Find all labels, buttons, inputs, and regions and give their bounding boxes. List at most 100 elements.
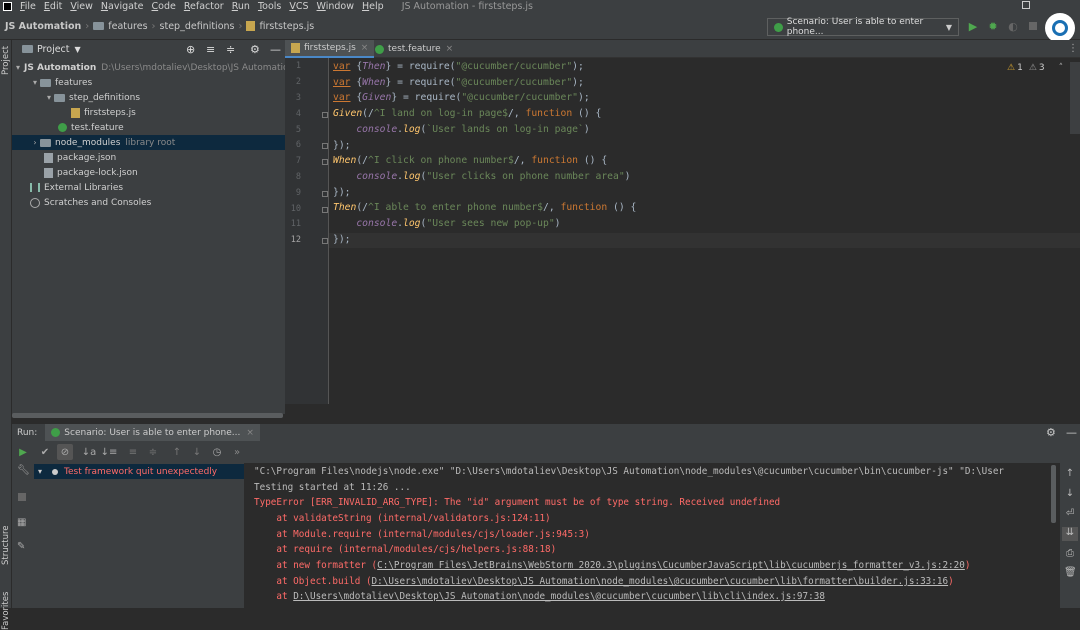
tree-item-project-root[interactable]: ▾ JS Automation D:\Users\mdotaliev\Deskt… [12, 60, 294, 75]
tab-test-feature[interactable]: test.feature × [369, 40, 459, 58]
sort-alpha-icon[interactable]: ↓a [81, 444, 97, 460]
menu-tools[interactable]: Tools [254, 1, 285, 12]
tree-item-scratches[interactable]: Scratches and Consoles [12, 195, 285, 210]
expand-all-icon[interactable]: ≡ [125, 444, 141, 460]
restore-window-icon[interactable] [1022, 1, 1030, 9]
console-output[interactable]: "C:\Program Files\nodejs\node.exe" "D:\U… [244, 463, 1054, 608]
hide-icon[interactable]: — [1066, 426, 1077, 439]
tab-options-icon[interactable]: ⋮ [1068, 43, 1078, 54]
rerun-icon[interactable]: ▶ [15, 444, 31, 460]
project-horizontal-scrollbar[interactable] [12, 413, 283, 418]
menu-vcs[interactable]: VCS [285, 1, 312, 12]
run-tab[interactable]: Scenario: User is able to enter phone...… [45, 423, 260, 442]
editor-vertical-scrollbar[interactable] [1070, 62, 1080, 134]
menu-file[interactable]: File [16, 1, 40, 12]
tree-item-step-definitions[interactable]: ▾ step_definitions [12, 90, 285, 105]
code-line[interactable]: console.log("User sees new pop-up") [333, 216, 560, 231]
screen-recorder-icon[interactable] [1045, 13, 1075, 43]
scroll-up-icon[interactable]: ↑ [1064, 468, 1076, 480]
locate-icon[interactable]: ⊕ [186, 43, 195, 56]
tab-firststeps-js[interactable]: firststeps.js × [285, 40, 375, 58]
more-icon[interactable]: » [229, 444, 245, 460]
coverage-icon[interactable]: ◐ [1006, 19, 1020, 33]
pin-icon[interactable]: ✎ [17, 541, 25, 552]
tree-item-node-modules[interactable]: › node_modules library root [12, 135, 285, 150]
code-editor[interactable]: var {Then} = require("@cucumber/cucumber… [329, 58, 1080, 404]
menu-window[interactable]: Window [313, 1, 358, 12]
stack-frame-link[interactable]: C:\Program Files\JetBrains\WebStorm 2020… [377, 560, 965, 571]
gear-icon[interactable]: ⚙ [250, 43, 260, 56]
project-view-select[interactable]: Project [37, 44, 70, 55]
expand-all-icon[interactable]: ≡ [206, 43, 215, 56]
hide-icon[interactable]: — [270, 43, 281, 56]
run-icon[interactable]: ▶ [966, 19, 980, 33]
console-vertical-scrollbar[interactable] [1051, 465, 1056, 523]
collapse-all-icon[interactable]: ≑ [145, 444, 161, 460]
next-icon[interactable]: ↓ [189, 444, 205, 460]
code-line[interactable]: }); [333, 232, 351, 247]
show-passed-icon[interactable]: ✔ [37, 444, 53, 460]
menu-help[interactable]: Help [358, 1, 388, 12]
tree-item-package-json[interactable]: package.json [12, 150, 285, 165]
stack-frame-link[interactable]: D:\Users\mdotaliev\Desktop\JS Automation… [293, 591, 825, 602]
code-line[interactable]: console.log("User clicks on phone number… [333, 169, 630, 184]
chevron-right-icon[interactable]: › [30, 138, 40, 147]
print-icon[interactable]: ⎙ [1064, 548, 1076, 560]
tree-item-firststeps-js[interactable]: firststeps.js [12, 105, 285, 120]
code-line[interactable]: When(/^I click on phone number$/, functi… [333, 153, 607, 168]
breadcrumb-file[interactable]: firststeps.js [259, 21, 314, 32]
soft-wrap-icon[interactable]: ⏎ [1064, 508, 1076, 520]
scroll-down-icon[interactable]: ↓ [1064, 488, 1076, 500]
code-line[interactable]: var {Given} = require("@cucumber/cucumbe… [333, 90, 590, 105]
run-configuration-select[interactable]: Scenario: User is able to enter phone...… [767, 17, 959, 37]
code-line[interactable]: var {Then} = require("@cucumber/cucumber… [333, 59, 584, 74]
chevron-down-icon[interactable]: ▾ [30, 78, 40, 87]
test-item-failed[interactable]: ▾ Test framework quit unexpectedly [34, 464, 244, 479]
fold-marker-icon[interactable] [322, 207, 328, 213]
code-line[interactable]: console.log(`User lands on log-in page`) [333, 122, 589, 137]
tree-item-test-feature[interactable]: test.feature [12, 120, 285, 135]
close-icon[interactable]: × [446, 44, 454, 54]
favorites-tool-button[interactable]: Favorites [1, 592, 11, 630]
code-line[interactable]: }); [333, 138, 351, 153]
inspection-widget[interactable]: ⚠ 1 ⚠ 3 ˄ [1007, 63, 1063, 73]
menu-refactor[interactable]: Refactor [180, 1, 228, 12]
tree-item-package-lock-json[interactable]: package-lock.json [12, 165, 285, 180]
structure-tool-button[interactable]: Structure [1, 525, 11, 565]
scroll-to-end-icon[interactable]: ⇊ [1062, 527, 1078, 541]
close-icon[interactable]: × [361, 43, 369, 53]
code-line[interactable]: Then(/^I able to enter phone number$/, f… [333, 200, 636, 215]
chevron-down-icon[interactable]: ▾ [16, 63, 20, 72]
project-tool-button[interactable]: Project [1, 46, 11, 75]
stop-icon[interactable] [18, 493, 26, 501]
menu-edit[interactable]: Edit [40, 1, 66, 12]
show-ignored-icon[interactable]: ⊘ [57, 444, 73, 460]
stop-icon[interactable] [1026, 19, 1040, 33]
breadcrumb-project[interactable]: JS Automation [5, 21, 81, 32]
tree-item-external-libraries[interactable]: External Libraries [12, 180, 285, 195]
test-history-icon[interactable]: ◷ [209, 444, 225, 460]
stack-frame-link[interactable]: D:\Users\mdotaliev\Desktop\JS Automation… [372, 576, 949, 587]
fold-marker-icon[interactable] [322, 159, 328, 165]
menu-code[interactable]: Code [148, 1, 180, 12]
sort-duration-icon[interactable]: ↓≡ [101, 444, 118, 460]
menu-view[interactable]: View [66, 1, 97, 12]
trash-icon[interactable]: 🗑︎ [1064, 567, 1077, 579]
layout-icon[interactable]: ▦ [17, 517, 26, 528]
menu-navigate[interactable]: Navigate [97, 1, 148, 12]
close-icon[interactable]: × [246, 428, 254, 438]
fold-marker-icon[interactable] [322, 191, 328, 197]
code-line[interactable]: Given(/^I land on log-in page$/, functio… [333, 106, 601, 121]
chevron-down-icon[interactable]: ▾ [34, 467, 46, 476]
previous-icon[interactable]: ↑ [169, 444, 185, 460]
menu-run[interactable]: Run [228, 1, 254, 12]
code-line[interactable]: }); [333, 185, 351, 200]
fold-marker-icon[interactable] [322, 143, 328, 149]
chevron-down-icon[interactable]: ▼ [75, 45, 81, 54]
breadcrumb-step-definitions[interactable]: step_definitions [160, 21, 235, 32]
tree-item-features[interactable]: ▾ features [12, 75, 285, 90]
code-line[interactable]: var {When} = require("@cucumber/cucumber… [333, 75, 584, 90]
chevron-down-icon[interactable]: ▾ [44, 93, 54, 102]
wrench-icon[interactable]: 🔧︎ [17, 465, 30, 476]
fold-marker-icon[interactable] [322, 238, 328, 244]
